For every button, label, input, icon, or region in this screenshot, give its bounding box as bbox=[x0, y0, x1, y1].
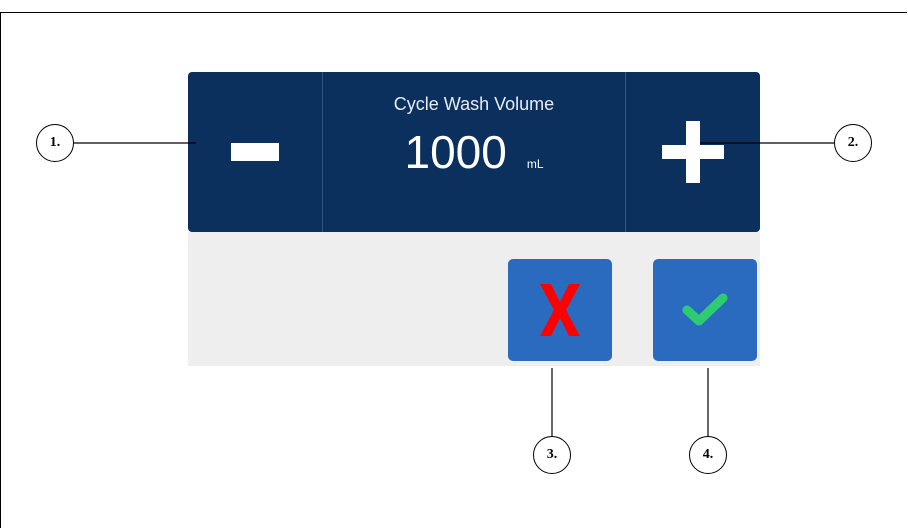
callout-1: 1. bbox=[36, 124, 74, 162]
callout-4: 4. bbox=[689, 436, 727, 474]
callout-2: 2. bbox=[834, 124, 872, 162]
callout-lines bbox=[74, 142, 834, 437]
callout-3: 3. bbox=[533, 436, 571, 474]
